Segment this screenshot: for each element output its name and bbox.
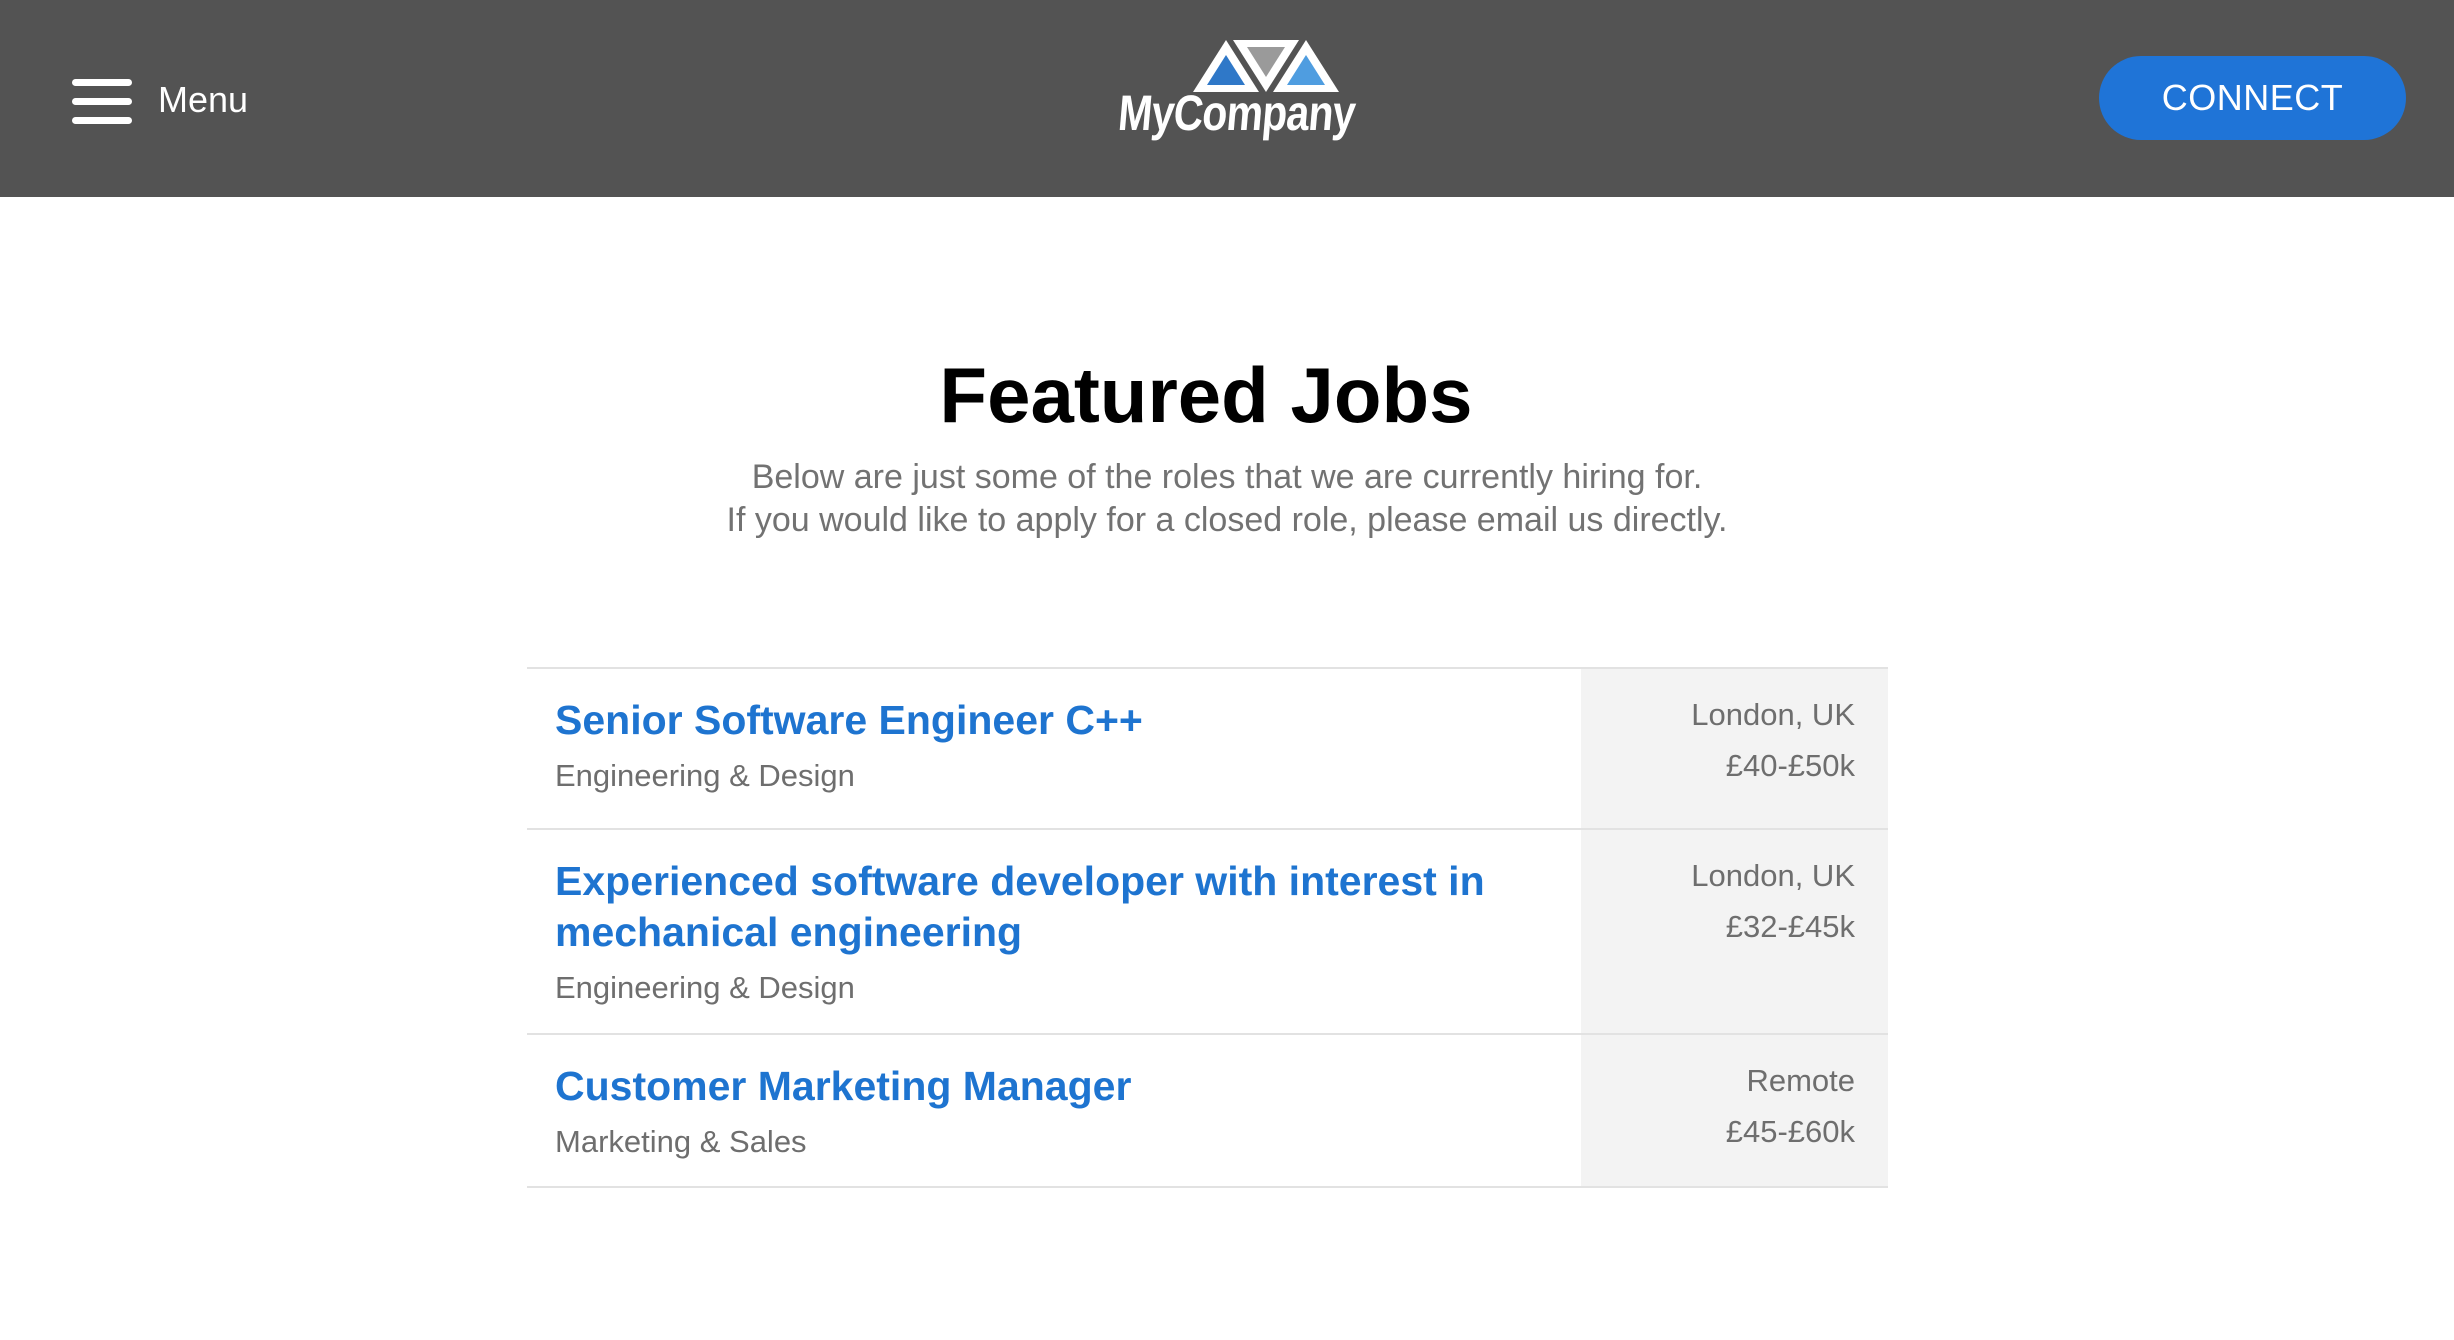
connect-button[interactable]: CONNECT — [2099, 56, 2406, 140]
menu-label[interactable]: Menu — [158, 82, 248, 118]
job-department: Engineering & Design — [555, 970, 855, 1005]
job-main[interactable]: Senior Software Engineer C++ Engineering… — [527, 669, 1581, 828]
job-location: London, UK — [1691, 858, 1855, 893]
job-location: London, UK — [1691, 697, 1855, 732]
job-meta: London, UK £32-£45k — [1581, 830, 1888, 1033]
job-meta: Remote £45-£60k — [1581, 1035, 1888, 1186]
job-main[interactable]: Customer Marketing Manager Marketing & S… — [527, 1035, 1581, 1186]
job-row[interactable]: Experienced software developer with inte… — [527, 830, 1888, 1035]
menu-button[interactable]: Menu — [72, 74, 248, 126]
page-title: Featured Jobs — [939, 351, 1473, 439]
job-title-link[interactable]: Senior Software Engineer C++ — [555, 695, 1495, 746]
subtitle-line-2: If you would like to apply for a closed … — [726, 501, 1728, 539]
job-main[interactable]: Experienced software developer with inte… — [527, 830, 1581, 1033]
job-salary: £32-£45k — [1725, 909, 1855, 944]
job-department: Marketing & Sales — [555, 1124, 807, 1159]
top-header: Menu MyCompany CONNECT — [0, 0, 2454, 197]
hamburger-icon[interactable] — [72, 74, 132, 126]
logo-text: MyCompany — [1116, 85, 1358, 141]
job-salary: £40-£50k — [1725, 748, 1855, 783]
job-meta: London, UK £40-£50k — [1581, 669, 1888, 828]
job-row[interactable]: Customer Marketing Manager Marketing & S… — [527, 1035, 1888, 1188]
jobs-list: Senior Software Engineer C++ Engineering… — [527, 667, 1888, 1188]
job-location: Remote — [1746, 1063, 1855, 1098]
job-title-link[interactable]: Customer Marketing Manager — [555, 1061, 1495, 1112]
company-logo[interactable]: MyCompany — [1096, 40, 1358, 155]
job-row[interactable]: Senior Software Engineer C++ Engineering… — [527, 669, 1888, 830]
page-subtitle: Below are just some of the roles that we… — [0, 456, 2454, 542]
subtitle-line-1: Below are just some of the roles that we… — [751, 458, 1703, 496]
job-department: Engineering & Design — [555, 758, 855, 793]
job-salary: £45-£60k — [1725, 1114, 1855, 1149]
job-title-link[interactable]: Experienced software developer with inte… — [555, 856, 1495, 958]
